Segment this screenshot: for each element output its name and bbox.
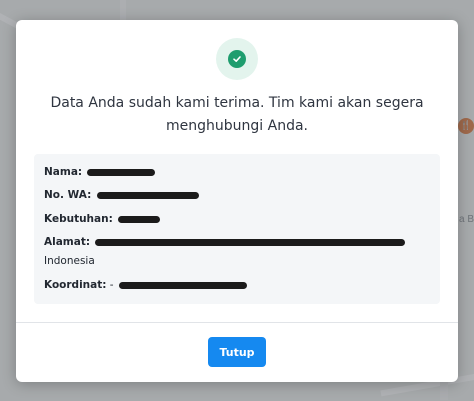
field-no-wa: No. WA:	[44, 189, 199, 201]
confirmation-message: Data Anda sudah kami terima. Tim kami ak…	[50, 95, 424, 134]
status-icon-container	[216, 38, 258, 80]
close-button[interactable]: Tutup	[208, 337, 266, 367]
redacted-value	[87, 168, 156, 176]
footer-divider	[16, 322, 458, 323]
field-nama: Nama:	[44, 166, 156, 178]
redacted-value	[118, 281, 247, 289]
redacted-value	[118, 215, 161, 223]
redacted-value	[95, 238, 406, 246]
redacted-value	[96, 191, 199, 199]
field-alamat-country: Indonesia	[44, 255, 95, 267]
field-alamat: Alamat:	[44, 236, 406, 248]
field-label: Koordinat:	[44, 279, 107, 291]
check-circle-icon	[228, 50, 246, 68]
field-label: Kebutuhan:	[44, 213, 113, 225]
field-label: Nama:	[44, 166, 83, 178]
field-kebutuhan: Kebutuhan:	[44, 213, 161, 225]
field-koordinat: Koordinat: -	[44, 279, 247, 291]
submitted-data-panel: Nama: No. WA: Kebutuhan: Alamat: Indones…	[34, 154, 440, 304]
success-dialog: Data Anda sudah kami terima. Tim kami ak…	[16, 20, 458, 382]
koordinat-prefix: -	[109, 279, 114, 291]
field-label: No. WA:	[44, 189, 92, 201]
field-label: Alamat:	[44, 236, 91, 248]
